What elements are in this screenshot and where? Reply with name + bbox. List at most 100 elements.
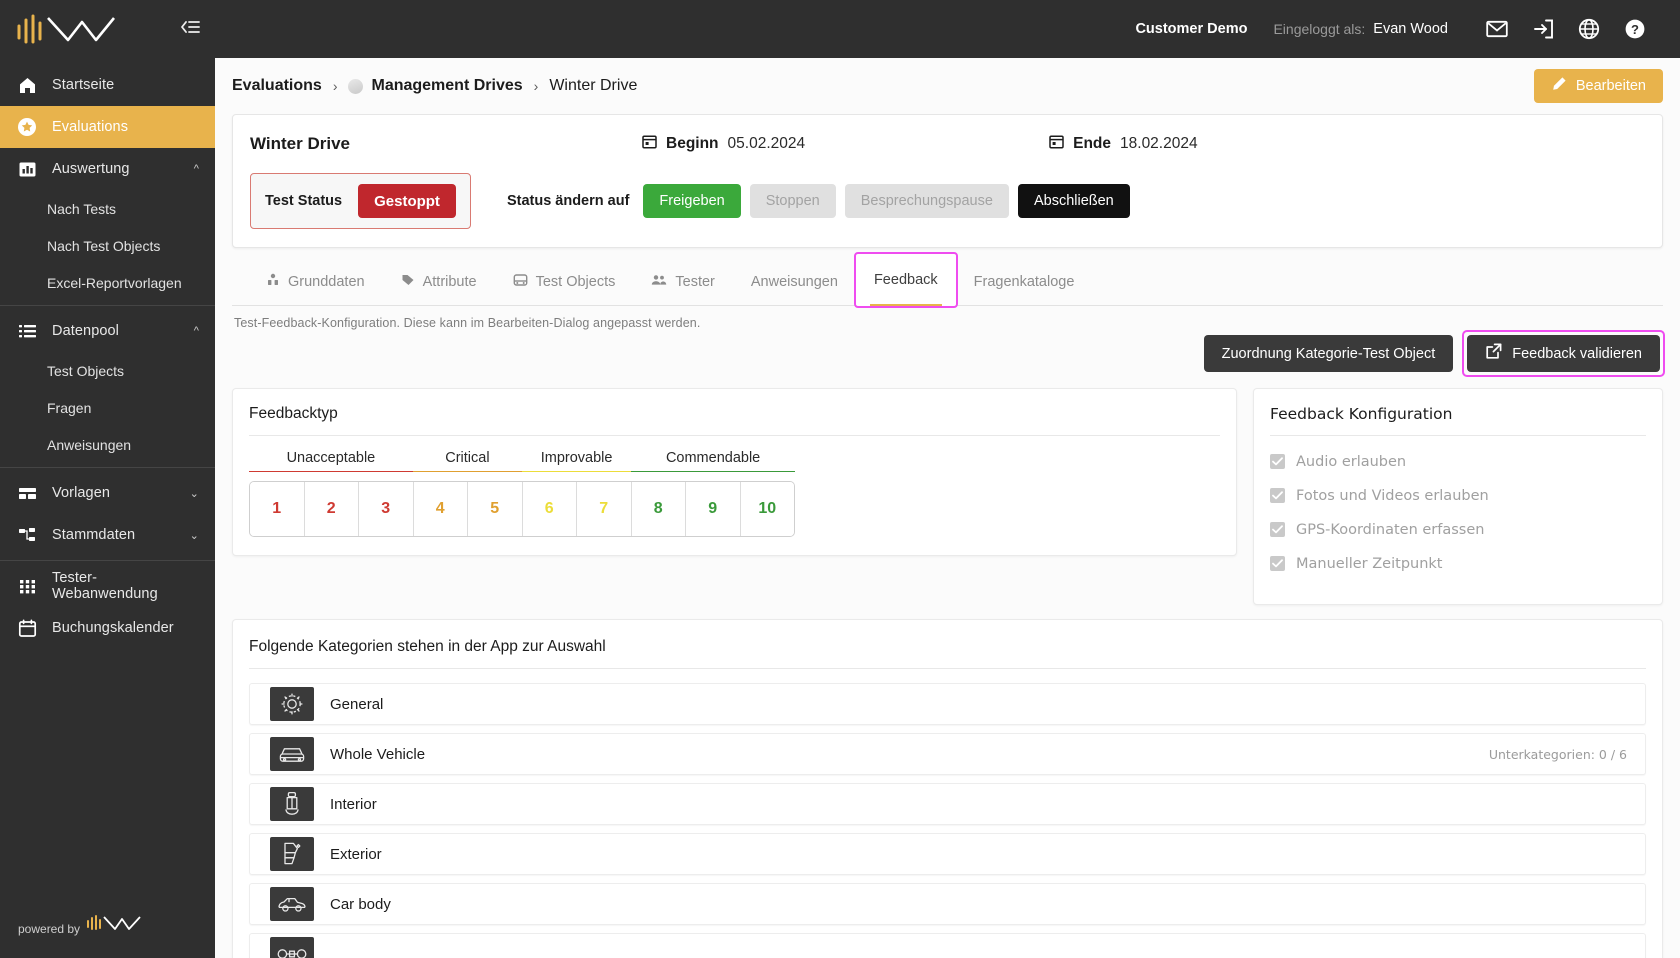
sidebar-item-datenpool[interactable]: Datenpool ^ [0,310,215,352]
template-icon [16,484,38,503]
feedbacktype-title: Feedbacktyp [249,405,338,422]
status-abschliessen-button[interactable]: Abschließen [1017,184,1130,218]
collapse-sidebar-icon[interactable] [179,18,201,41]
chevron-right-icon: › [332,78,338,94]
sidebar-subitem-label: Nach Test Objects [47,237,161,254]
range-label-commendable: Commendable [631,450,795,472]
config-option-audio: Audio erlauben [1270,450,1646,473]
sidebar-item-test-objects[interactable]: Test Objects [0,352,215,389]
table-row[interactable]: Exterior [249,833,1646,875]
tab-fragenkataloge[interactable]: Fragenkataloge [956,259,1093,305]
checkbox-checked-icon [1270,488,1285,503]
chart-icon [16,160,38,179]
sidebar-item-nach-tests[interactable]: Nach Tests [0,190,215,227]
category-name: Car body [330,895,391,913]
evaluation-header-card: Winter Drive Beginn 05.02.2024 Ende 18.0… [232,114,1663,248]
table-row[interactable]: Car body [249,883,1646,925]
zuordnung-kategorie-test-object-button[interactable]: Zuordnung Kategorie-Test Object [1203,335,1454,372]
feedback-value-cell: 10 [740,482,794,536]
tab-grunddaten[interactable]: Grunddaten [248,259,383,305]
breadcrumb-evaluations[interactable]: Evaluations [232,77,322,95]
config-option-manueller-zeitpunkt: Manueller Zeitpunkt [1270,552,1646,575]
config-option-label: Fotos und Videos erlauben [1296,487,1489,504]
sidebar-item-evaluations[interactable]: Evaluations [0,106,215,148]
feedback-actions: Zuordnung Kategorie-Test Object Feedback… [232,330,1665,377]
tab-feedback[interactable]: Feedback [853,252,958,308]
config-column: Feedback Konfiguration Audio erlauben Fo… [1253,388,1663,605]
change-status-label: Status ändern auf [506,193,630,209]
config-option-label: Manueller Zeitpunkt [1296,555,1443,572]
sidebar-item-label: Startseite [52,77,115,93]
sidebar-item-nach-test-objects[interactable]: Nach Test Objects [0,227,215,264]
end-date: Ende 18.02.2024 [1049,134,1198,154]
panel-divider [1270,435,1646,436]
help-icon[interactable]: ? [1612,18,1658,40]
list-icon [16,322,38,341]
feedback-value-cell: 6 [522,482,577,536]
sidebar-item-stammdaten[interactable]: Stammdaten ⌄ [0,514,215,556]
tab-anweisungen[interactable]: Anweisungen [733,259,856,305]
sidebar: Startseite Evaluations Auswertung ^ Nach… [0,0,215,958]
feedback-value-cell: 1 [250,482,305,536]
edit-button[interactable]: Bearbeiten [1533,69,1663,103]
sidebar-item-label: Evaluations [52,119,129,135]
table-row[interactable]: Interior [249,783,1646,825]
feedback-value-cell: 8 [631,482,686,536]
car-seat-icon [270,787,314,821]
feedback-range-labels: Unacceptable Critical Improvable Commend… [249,450,795,472]
sidebar-item-label: Stammdaten [52,527,136,543]
tab-tester[interactable]: Tester [633,259,733,305]
sidebar-item-buchungskalender[interactable]: Buchungskalender [0,607,215,649]
tab-attribute[interactable]: Attribute [383,259,495,305]
globe-icon[interactable] [1566,18,1612,40]
sidebar-item-label: Tester-Webanwendung [52,570,158,602]
breadcrumb-management-drives[interactable]: Management Drives [348,77,523,95]
table-row[interactable]: Whole Vehicle Unterkategorien: 0 / 6 [249,733,1646,775]
powered-by-label: powered by [18,922,81,936]
tab-bar: Grunddaten Attribute Test Objects Tester… [232,252,1663,308]
sidebar-subitem-label: Fragen [47,399,92,416]
status-controls: Test Status Gestoppt Status ändern auf F… [233,173,1662,247]
sidebar-item-tester-webanwendung[interactable]: Tester-Webanwendung [0,565,215,607]
range-text: Critical [445,450,490,466]
category-subcount: Unterkategorien: 0 / 6 [1488,746,1627,762]
tab-label: Tester [675,274,715,290]
panel-divider [249,668,1646,669]
table-row[interactable]: General [249,683,1646,725]
tab-label: Attribute [422,274,477,290]
tag-icon [401,273,415,291]
status-freigeben-button[interactable]: Freigeben [643,184,741,218]
evaluation-header-top: Winter Drive Beginn 05.02.2024 Ende 18.0… [233,115,1662,173]
breadcrumb-avatar [348,78,364,94]
calendar-icon [1049,134,1064,154]
logged-in-label: Eingeloggt als: [1273,21,1366,37]
feedback-value-cell: 9 [686,482,741,536]
checkbox-checked-icon [1270,522,1285,537]
table-row[interactable] [249,933,1646,958]
feedback-validieren-highlight: Feedback validieren [1462,330,1665,377]
sidebar-item-startseite[interactable]: Startseite [0,64,215,106]
feedback-validieren-button[interactable]: Feedback validieren [1467,335,1660,372]
chevron-up-icon: ^ [193,325,199,337]
sidebar-item-excel-reportvorlagen[interactable]: Excel-Reportvorlagen [0,264,215,301]
tab-test-objects[interactable]: Test Objects [495,259,634,305]
tab-label: Anweisungen [750,274,838,290]
mail-icon[interactable] [1474,20,1520,38]
sidebar-item-vorlagen[interactable]: Vorlagen ⌄ [0,472,215,514]
logout-icon[interactable] [1520,19,1566,39]
sidebar-item-fragen[interactable]: Fragen [0,389,215,426]
sidebar-item-auswertung[interactable]: Auswertung ^ [0,148,215,190]
status-besprechungspause-button: Besprechungspause [844,184,1009,218]
config-option-fotos-videos: Fotos und Videos erlauben [1270,484,1646,507]
user-name: Evan Wood [1373,21,1448,37]
breadcrumb: Evaluations › Management Drives › Winter… [232,77,637,95]
car-front-icon [270,737,314,771]
sidebar-item-label: Auswertung [52,161,130,177]
sidebar-item-anweisungen[interactable]: Anweisungen [0,426,215,463]
main-area: Customer Demo Eingeloggt als: Evan Wood [215,0,1680,958]
end-label: Ende [1073,135,1112,152]
app-logo-icon [16,12,134,46]
tab-label: Feedback [873,272,938,288]
feedback-scale: Unacceptable Critical Improvable Commend… [249,450,795,537]
feedback-value-cell: 3 [359,482,414,536]
